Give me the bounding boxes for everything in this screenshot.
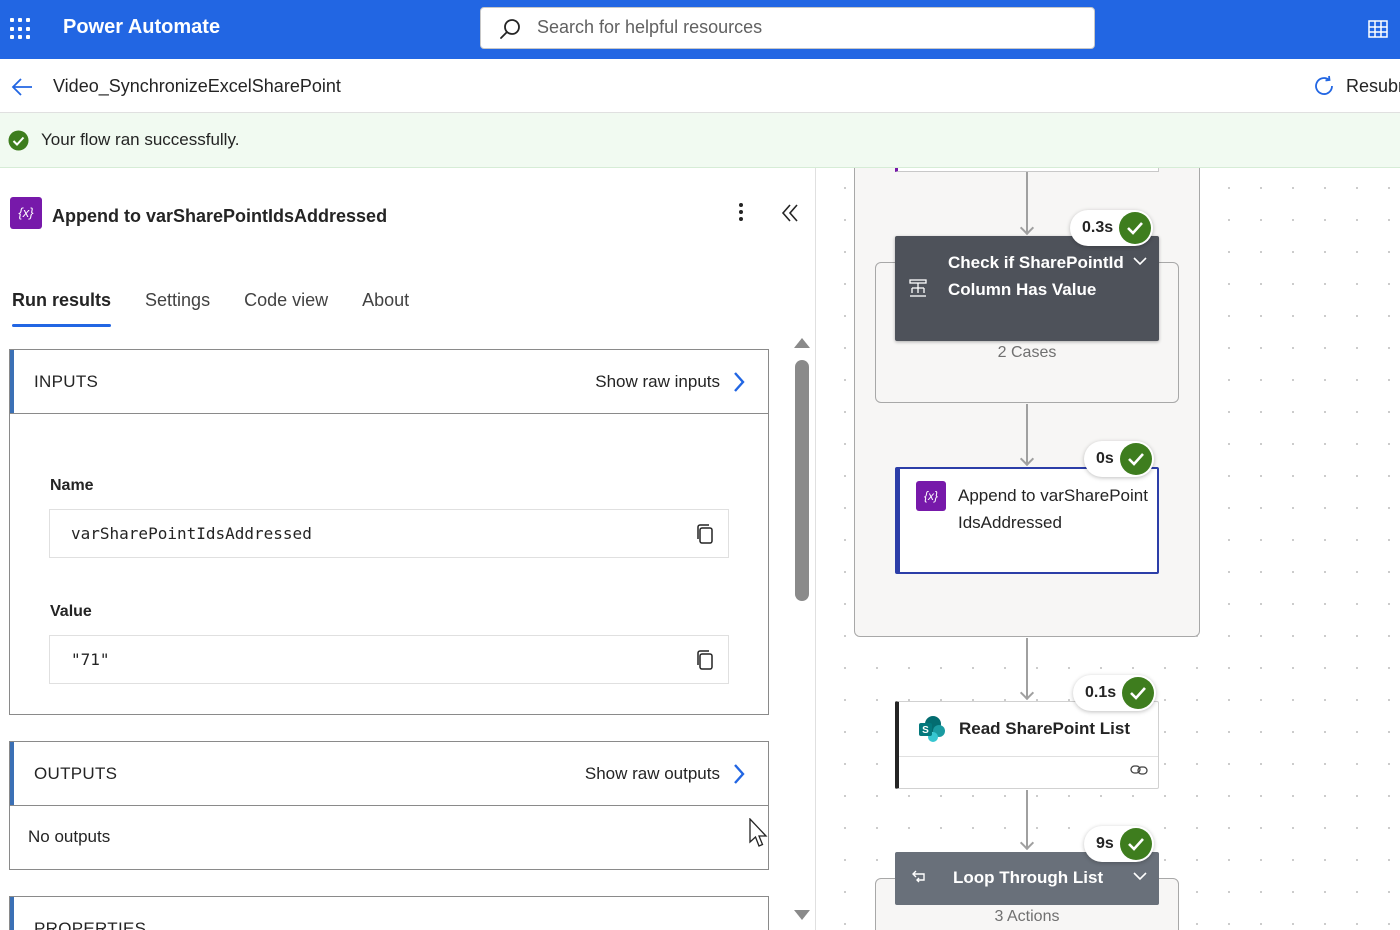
no-outputs-text: No outputs <box>28 827 111 846</box>
condition-duration: 0.3s <box>1082 219 1114 236</box>
app-launcher-icon[interactable] <box>10 18 32 40</box>
resubmit-button[interactable]: Resubmit <box>1312 74 1400 98</box>
loop-status-badge: 9s <box>1084 826 1154 862</box>
chevron-right-icon <box>734 372 745 392</box>
connector-arrow-icon <box>1019 835 1035 851</box>
variable-icon: {x} <box>10 197 42 229</box>
refresh-icon <box>1315 75 1333 95</box>
outputs-body: No outputs <box>10 805 768 869</box>
collapse-panel-icon[interactable] <box>779 202 801 224</box>
show-raw-outputs-button[interactable]: Show raw outputs <box>585 763 746 785</box>
scroll-down-arrow-icon[interactable] <box>794 910 810 920</box>
environment-icon[interactable] <box>1366 17 1390 41</box>
command-bar: Video_SynchronizeExcelSharePoint Resubmi… <box>0 59 1400 113</box>
svg-text:S: S <box>922 725 929 736</box>
name-field[interactable]: varSharePointIdsAddressed <box>49 509 729 558</box>
outputs-header[interactable]: OUTPUTS Show raw outputs <box>10 742 768 805</box>
outputs-heading: OUTPUTS <box>34 764 118 783</box>
properties-heading: PROPERTIES <box>34 919 147 930</box>
inputs-body: Name varSharePointIdsAddressed Value "71… <box>10 413 768 715</box>
more-options-icon[interactable] <box>732 203 750 225</box>
details-panel: {x} Append to varSharePointIdsAddressed … <box>0 168 816 930</box>
inputs-header[interactable]: INPUTS Show raw inputs <box>10 350 768 413</box>
value-field[interactable]: "71" <box>49 635 729 684</box>
success-check-icon <box>1122 677 1155 709</box>
scroll-up-arrow-icon[interactable] <box>794 338 810 348</box>
link-icon[interactable] <box>1130 763 1148 777</box>
chevron-right-icon <box>734 764 745 784</box>
tab-run-results[interactable]: Run results <box>12 290 112 327</box>
success-check-icon <box>1119 443 1152 475</box>
tab-settings[interactable]: Settings <box>145 290 210 327</box>
properties-header[interactable]: PROPERTIES <box>10 897 768 930</box>
loop-duration: 9s <box>1096 835 1114 852</box>
value-label: Value <box>50 603 92 620</box>
mouse-cursor-icon <box>749 818 768 847</box>
chevron-down-icon[interactable] <box>1133 256 1147 266</box>
scrollbar-thumb[interactable] <box>795 360 809 601</box>
search-icon <box>500 19 520 39</box>
read-sharepoint-title: Read SharePoint List <box>959 719 1130 738</box>
connector-arrow-icon <box>1019 685 1035 701</box>
success-check-icon <box>1119 828 1152 860</box>
top-bar: Power Automate <box>0 0 1400 59</box>
resubmit-label: Resubmit <box>1346 75 1400 96</box>
banner-message: Your flow ran successfully. <box>41 130 240 149</box>
append-status-badge: 0s <box>1084 441 1154 477</box>
brand-title[interactable]: Power Automate <box>63 16 220 39</box>
show-raw-inputs-label: Show raw inputs <box>595 372 720 391</box>
panel-tabs: Run results Settings Code view About <box>12 290 409 327</box>
copy-icon[interactable] <box>696 650 714 670</box>
tab-about[interactable]: About <box>362 290 409 327</box>
search-box[interactable] <box>480 7 1095 49</box>
condition-icon <box>909 279 927 297</box>
append-card-title: Append to varSharePointIdsAddressed <box>958 486 1148 532</box>
success-check-icon <box>1119 212 1152 244</box>
inputs-section: INPUTS Show raw inputs Name varSharePoin… <box>9 349 769 715</box>
sharepoint-icon: S <box>919 716 945 742</box>
show-raw-outputs-label: Show raw outputs <box>584 764 720 783</box>
flow-canvas[interactable]: Check if SharePointId Column Has Value 2… <box>817 168 1400 930</box>
success-banner: Your flow ran successfully. <box>0 113 1400 168</box>
loop-title: Loop Through List <box>953 868 1104 887</box>
copy-icon[interactable] <box>696 524 714 544</box>
success-check-icon <box>8 130 29 151</box>
name-label: Name <box>50 477 94 494</box>
append-variable-card[interactable]: {x} Append to varSharePointIdsAddressed <box>895 467 1159 574</box>
condition-title: Check if SharePointId Column Has Value <box>948 253 1124 299</box>
read-duration: 0.1s <box>1085 684 1117 701</box>
condition-status-badge: 0.3s <box>1070 210 1154 246</box>
properties-section: PROPERTIES <box>9 896 769 930</box>
condition-cases-label: 2 Cases <box>997 344 1057 361</box>
show-raw-inputs-button[interactable]: Show raw inputs <box>595 371 746 393</box>
condition-card[interactable]: Check if SharePointId Column Has Value <box>895 236 1159 341</box>
back-arrow-icon[interactable] <box>10 75 34 99</box>
card-divider <box>899 756 1158 757</box>
read-status-badge: 0.1s <box>1073 675 1157 711</box>
variable-icon: {x} <box>916 481 946 511</box>
panel-title: Append to varSharePointIdsAddressed <box>52 206 388 226</box>
loop-icon <box>912 870 925 883</box>
name-value: varSharePointIdsAddressed <box>71 524 312 543</box>
outputs-section: OUTPUTS Show raw outputs No outputs <box>9 741 769 870</box>
value-value: "71" <box>71 650 110 669</box>
read-sharepoint-card[interactable]: S Read SharePoint List <box>895 701 1159 789</box>
inputs-heading: INPUTS <box>34 372 99 391</box>
search-input[interactable] <box>537 17 1057 38</box>
tab-code-view[interactable]: Code view <box>244 290 328 327</box>
loop-actions-label: 3 Actions <box>994 908 1060 925</box>
append-duration: 0s <box>1096 450 1114 467</box>
chevron-down-icon[interactable] <box>1133 871 1147 881</box>
flow-name: Video_SynchronizeExcelSharePoint <box>53 76 341 96</box>
